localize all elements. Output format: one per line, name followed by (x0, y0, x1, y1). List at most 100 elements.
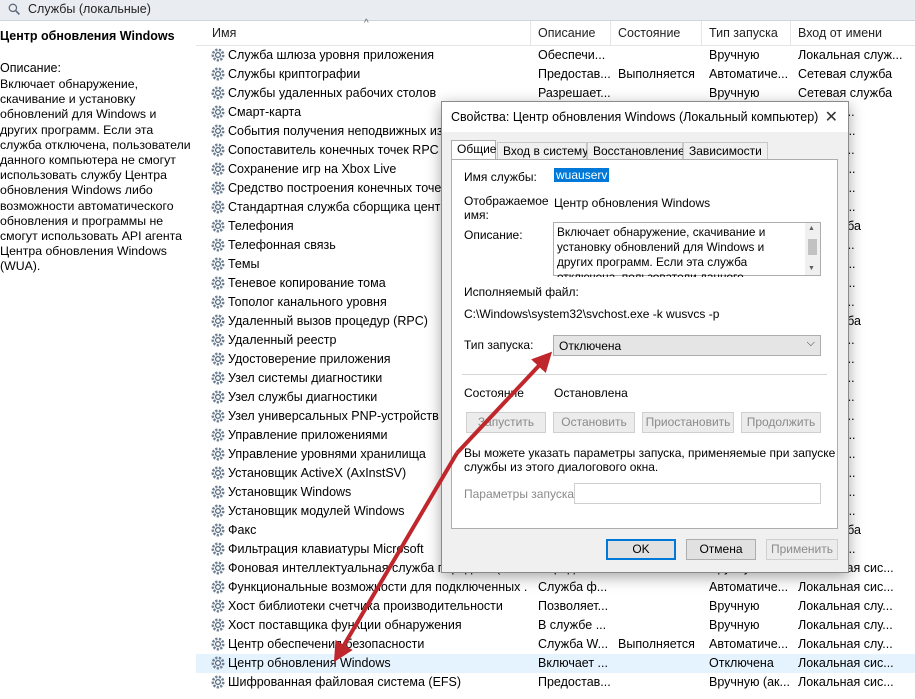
table-row[interactable]: Служба шлюза уровня приложения Обеспечи..… (196, 46, 915, 65)
service-startup-type: Вручную (709, 599, 760, 613)
service-startup-type: Вручную (ак... (709, 675, 790, 689)
description-field-label: Описание: (464, 228, 523, 242)
service-startup-type: Вручную (709, 48, 760, 62)
stop-button[interactable]: Остановить (553, 412, 635, 433)
gear-icon (210, 598, 226, 614)
service-name: Функциональные возможности для подключен… (228, 580, 528, 594)
service-login: Локальная слу... (798, 618, 893, 632)
service-name-label: Имя службы: (464, 170, 537, 184)
service-state: Выполняется (618, 637, 695, 651)
gear-icon (210, 237, 226, 253)
table-row[interactable]: Функциональные возможности для подключен… (196, 578, 915, 597)
service-description: Позволяет... (538, 599, 609, 613)
gear-icon (210, 123, 226, 139)
display-name-value: Центр обновления Windows (554, 196, 711, 210)
exe-path-value: C:\Windows\system32\svchost.exe -k wusvc… (464, 307, 720, 321)
startup-type-select[interactable]: Отключена ⌵ (553, 335, 821, 356)
chevron-down-icon: ⌵ (806, 337, 815, 349)
startup-params-hint-2: службы из этого диалогового окна. (464, 460, 659, 474)
gear-icon (210, 294, 226, 310)
service-startup-type: Автоматиче... (709, 580, 789, 594)
gear-icon (210, 389, 226, 405)
scroll-thumb[interactable] (808, 239, 817, 255)
gear-icon (210, 47, 226, 63)
exe-path-label: Исполняемый файл: (464, 285, 579, 299)
startup-type-label: Тип запуска: (464, 338, 534, 352)
display-name-label: Отображаемое (464, 194, 549, 208)
startup-type-value: Отключена (559, 339, 622, 353)
list-header: ^ Имя Описание Состояние Тип запуска Вхо… (196, 18, 915, 46)
tab-general[interactable]: Общие (451, 140, 496, 160)
scroll-down-icon[interactable]: ▼ (808, 265, 815, 272)
table-row[interactable]: Шифрованная файловая система (EFS) Предос… (196, 673, 915, 692)
table-row[interactable]: Хост библиотеки счетчика производительно… (196, 597, 915, 616)
gear-icon (210, 256, 226, 272)
service-name: Хост библиотеки счетчика производительно… (228, 599, 503, 613)
service-name: Центр обеспечения безопасности (228, 637, 425, 651)
service-startup-type: Автоматиче... (709, 67, 789, 81)
gear-icon (210, 85, 226, 101)
tab-logon[interactable]: Вход в систему (497, 142, 588, 159)
description-scrollbar[interactable]: ▲ ▼ (805, 223, 820, 275)
service-name-value[interactable]: wuauserv (554, 168, 610, 182)
gear-icon (210, 560, 226, 576)
service-description: Предостав... (538, 675, 611, 689)
gear-icon (210, 617, 226, 633)
service-login: Локальная сис... (798, 580, 894, 594)
tab-recovery[interactable]: Восстановление (587, 142, 685, 159)
gear-icon (210, 275, 226, 291)
general-tab-panel: Имя службы: wuauserv Отображаемое имя: Ц… (451, 159, 838, 529)
status-value: Остановлена (554, 386, 628, 400)
table-row[interactable]: Хост поставщика функции обнаружения В слу… (196, 616, 915, 635)
gear-icon (210, 446, 226, 462)
service-description: В службе ... (538, 618, 607, 632)
scroll-up-icon[interactable]: ▲ (808, 225, 815, 232)
gear-icon (210, 66, 226, 82)
tab-dependencies[interactable]: Зависимости (683, 142, 768, 159)
service-state: Выполняется (618, 67, 695, 81)
cancel-button[interactable]: Отмена (686, 539, 756, 560)
pause-button[interactable]: Приостановить (642, 412, 734, 433)
services-icon (8, 3, 20, 15)
service-startup-type: Вручную (709, 86, 760, 100)
gear-icon (210, 484, 226, 500)
service-login: Сетевая служба (798, 86, 893, 100)
service-description: Разрешает... (538, 86, 611, 100)
description-field[interactable]: Включает обнаружение, скачивание и устан… (553, 222, 821, 277)
column-header-state[interactable]: Состояние (618, 26, 680, 40)
service-name: Службы криптографии (228, 67, 361, 81)
selected-service-description: Включает обнаружение, скачивание и устан… (0, 77, 191, 274)
display-name-label-2: имя: (464, 208, 489, 222)
startup-params-hint: Вы можете указать параметры запуска, при… (464, 446, 836, 460)
sort-ascending-icon: ^ (364, 18, 369, 29)
column-header-description[interactable]: Описание (538, 26, 596, 40)
gear-icon (210, 655, 226, 671)
startup-params-input[interactable] (574, 483, 821, 504)
gear-icon (210, 104, 226, 120)
resume-button[interactable]: Продолжить (741, 412, 821, 433)
table-row[interactable]: Службы криптографии Предостав... Выполняет… (196, 65, 915, 84)
description-label: Описание: (0, 61, 61, 75)
apply-button[interactable]: Применить (766, 539, 838, 560)
table-row[interactable]: Центр обеспечения безопасности Служба W..… (196, 635, 915, 654)
close-icon[interactable]: ✕ (825, 107, 838, 127)
service-login: Локальная слу... (798, 637, 893, 651)
column-header-name[interactable]: Имя (212, 26, 236, 40)
gear-icon (210, 142, 226, 158)
service-startup-type: Отключена (709, 656, 774, 670)
service-login: Сетевая служба (798, 67, 893, 81)
table-row[interactable]: Центр обновления Windows Включает ... Откл… (196, 654, 915, 673)
service-description: Включает ... (538, 656, 608, 670)
gear-icon (210, 351, 226, 367)
ok-button[interactable]: OK (606, 539, 676, 560)
startup-params-label: Параметры запуска: (464, 487, 578, 501)
column-header-startup-type[interactable]: Тип запуска (709, 26, 778, 40)
window-title-bar: Службы (локальные) (0, 0, 915, 21)
column-header-login[interactable]: Вход от имени (798, 26, 882, 40)
start-button[interactable]: Запустить (466, 412, 546, 433)
gear-icon (210, 579, 226, 595)
service-name: Службы удаленных рабочих столов (228, 86, 437, 100)
dialog-title: Свойства: Центр обновления Windows (Лока… (451, 110, 819, 124)
service-name: Хост поставщика функции обнаружения (228, 618, 462, 632)
window-title: Службы (локальные) (28, 2, 151, 16)
